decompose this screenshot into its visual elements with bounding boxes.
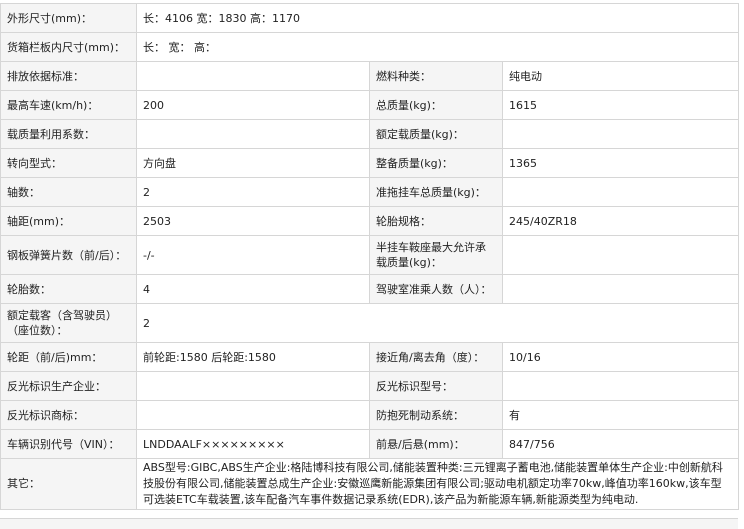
table-row: 额定载客（含驾驶员）（座位数）： 2 (0, 303, 740, 343)
spec-label: 轮距（前/后)mm： (0, 342, 137, 372)
spec-value: -/- (136, 235, 370, 275)
table-row: 排放依据标准： 燃料种类： 纯电动 (0, 61, 740, 91)
spec-value: 纯电动 (501, 61, 740, 91)
spec-label: 钢板弹簧片数（前/后）： (0, 235, 137, 275)
spec-label: 货箱栏板内尺寸(mm)： (0, 32, 137, 62)
spec-value: 1365 (501, 148, 740, 178)
table-row: 载质量利用系数： 额定载质量(kg)： (0, 119, 740, 149)
spec-label: 前悬/后悬(mm)： (369, 429, 503, 459)
spec-value (501, 235, 740, 275)
spec-value (136, 400, 370, 430)
spec-value: 10/16 (501, 342, 740, 372)
spec-label: 轴距(mm)： (0, 206, 137, 236)
spec-value (501, 371, 740, 401)
spec-label: 转向型式： (0, 148, 137, 178)
spec-value: 长：4106 宽：1830 高：1170 (135, 3, 740, 33)
vehicle-spec-table: 外形尺寸(mm)： 长：4106 宽：1830 高：1170 货箱栏板内尺寸(m… (0, 3, 740, 510)
table-row: 车辆识别代号（VIN）： LNDDAALF××××××××× 前悬/后悬(mm)… (0, 429, 740, 459)
spec-value: 847/756 (501, 429, 740, 459)
spec-label: 其它： (0, 458, 137, 510)
spec-label: 接近角/离去角（度）： (369, 342, 503, 372)
spec-label: 反光标识商标： (0, 400, 137, 430)
table-bottom-edge (0, 518, 738, 529)
spec-label: 反光标识型号： (369, 371, 503, 401)
spec-value: 2 (135, 303, 740, 343)
table-row: 轴距(mm)： 2503 轮胎规格： 245/40ZR18 (0, 206, 740, 236)
spec-label: 准拖挂车总质量(kg)： (369, 177, 503, 207)
table-row: 外形尺寸(mm)： 长：4106 宽：1830 高：1170 (0, 3, 740, 33)
spec-value (501, 274, 740, 304)
spec-value: 前轮距:1580 后轮距:1580 (136, 342, 370, 372)
spec-label: 额定载客（含驾驶员）（座位数）： (0, 303, 137, 343)
table-row: 其它： ABS型号:GIBC,ABS生产企业:格陆博科技有限公司,储能装置种类:… (0, 458, 740, 510)
table-row: 转向型式： 方向盘 整备质量(kg)： 1365 (0, 148, 740, 178)
spec-value: 2503 (136, 206, 370, 236)
spec-value (501, 119, 740, 149)
spec-label: 外形尺寸(mm)： (0, 3, 137, 33)
spec-label: 整备质量(kg)： (369, 148, 503, 178)
spec-label: 燃料种类： (369, 61, 503, 91)
spec-value: LNDDAALF××××××××× (136, 429, 370, 459)
table-row: 轮距（前/后)mm： 前轮距:1580 后轮距:1580 接近角/离去角（度）：… (0, 342, 740, 372)
table-row: 反光标识商标： 防抱死制动系统： 有 (0, 400, 740, 430)
spec-label: 半挂车鞍座最大允许承载质量(kg)： (369, 235, 503, 275)
spec-label: 车辆识别代号（VIN）： (0, 429, 137, 459)
table-row: 钢板弹簧片数（前/后）： -/- 半挂车鞍座最大允许承载质量(kg)： (0, 235, 740, 275)
spec-value (136, 371, 370, 401)
spec-value (136, 61, 370, 91)
spec-label: 最高车速(km/h)： (0, 90, 137, 120)
spec-label: 轴数： (0, 177, 137, 207)
spec-label: 防抱死制动系统： (369, 400, 503, 430)
spec-value (501, 177, 740, 207)
vehicle-spec-page: 外形尺寸(mm)： 长：4106 宽：1830 高：1170 货箱栏板内尺寸(m… (0, 0, 744, 529)
spec-label: 额定载质量(kg)： (369, 119, 503, 149)
table-row: 最高车速(km/h)： 200 总质量(kg)： 1615 (0, 90, 740, 120)
spec-value: 有 (501, 400, 740, 430)
spec-value: 200 (136, 90, 370, 120)
spec-value: 4 (136, 274, 370, 304)
spec-value: 2 (136, 177, 370, 207)
spec-value (136, 119, 370, 149)
table-row: 反光标识生产企业： 反光标识型号： (0, 371, 740, 401)
table-row: 货箱栏板内尺寸(mm)： 长： 宽： 高： (0, 32, 740, 62)
spec-label: 驾驶室准乘人数（人）： (369, 274, 503, 304)
spec-label: 反光标识生产企业： (0, 371, 137, 401)
spec-value: 1615 (501, 90, 740, 120)
spec-value: 245/40ZR18 (501, 206, 740, 236)
spec-value: 方向盘 (136, 148, 370, 178)
spec-value: 长： 宽： 高： (135, 32, 740, 62)
spec-value: ABS型号:GIBC,ABS生产企业:格陆博科技有限公司,储能装置种类:三元锂离… (135, 458, 740, 510)
spec-label: 总质量(kg)： (369, 90, 503, 120)
table-row: 轴数： 2 准拖挂车总质量(kg)： (0, 177, 740, 207)
spec-label: 载质量利用系数： (0, 119, 137, 149)
table-row: 轮胎数： 4 驾驶室准乘人数（人）： (0, 274, 740, 304)
spec-label: 排放依据标准： (0, 61, 137, 91)
spec-label: 轮胎数： (0, 274, 137, 304)
spec-label: 轮胎规格： (369, 206, 503, 236)
